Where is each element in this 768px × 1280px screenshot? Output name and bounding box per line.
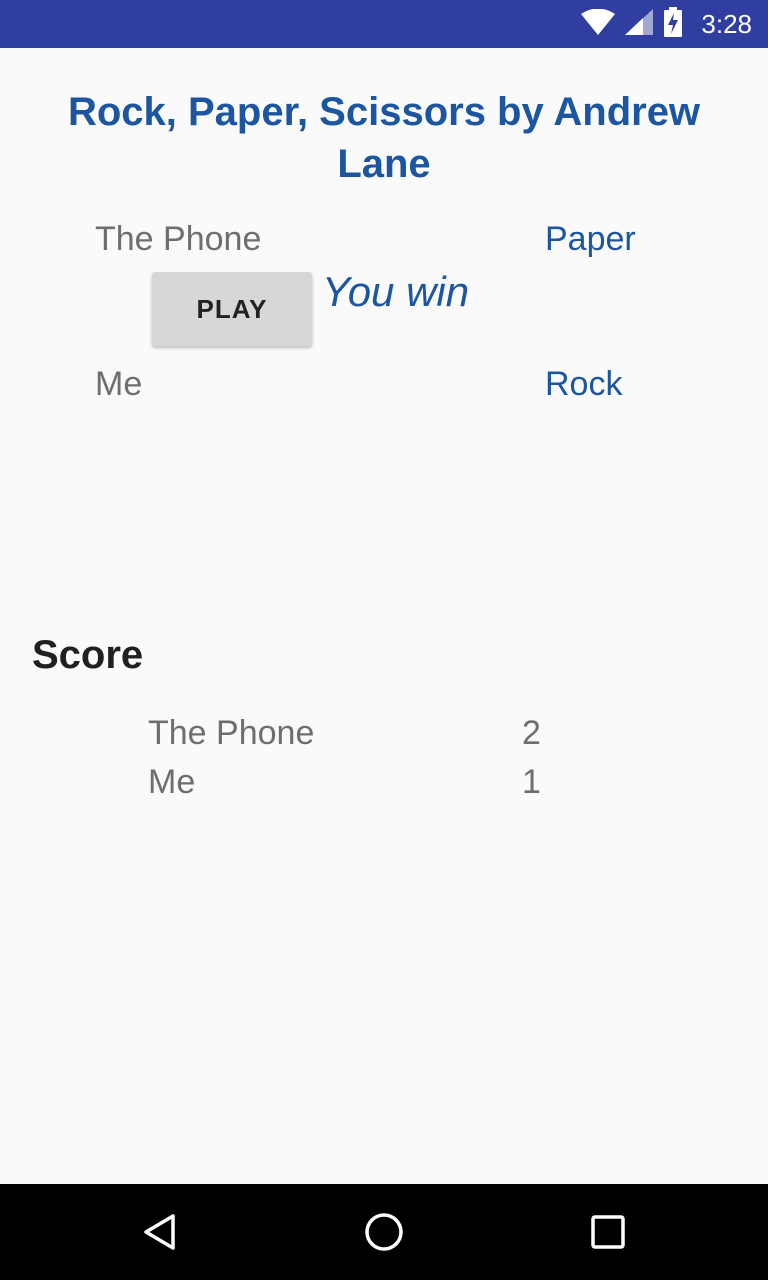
phone-choice: Paper	[545, 220, 636, 258]
score-phone-label: The Phone	[148, 714, 315, 752]
score-me-label: Me	[148, 763, 196, 801]
status-icons: 3:28	[581, 0, 752, 48]
phone-label: The Phone	[95, 220, 262, 258]
play-button[interactable]: PLAY	[152, 272, 312, 346]
battery-charging-icon	[663, 6, 683, 42]
me-label: Me	[95, 365, 143, 403]
score-heading: Score	[32, 633, 144, 677]
recents-icon[interactable]	[582, 1206, 634, 1258]
back-icon[interactable]	[134, 1206, 186, 1258]
wifi-icon	[581, 8, 616, 40]
score-phone-value: 2	[522, 714, 541, 752]
score-me-value: 1	[522, 763, 541, 801]
me-choice: Rock	[545, 365, 623, 403]
signal-icon	[625, 8, 654, 40]
app-title: Rock, Paper, Scissors by Andrew Lane	[67, 90, 701, 186]
navigation-bar	[0, 1184, 768, 1280]
home-icon[interactable]	[358, 1206, 410, 1258]
status-bar: 3:28	[0, 0, 768, 48]
status-time: 3:28	[701, 8, 752, 39]
result-text: You win	[322, 268, 470, 315]
